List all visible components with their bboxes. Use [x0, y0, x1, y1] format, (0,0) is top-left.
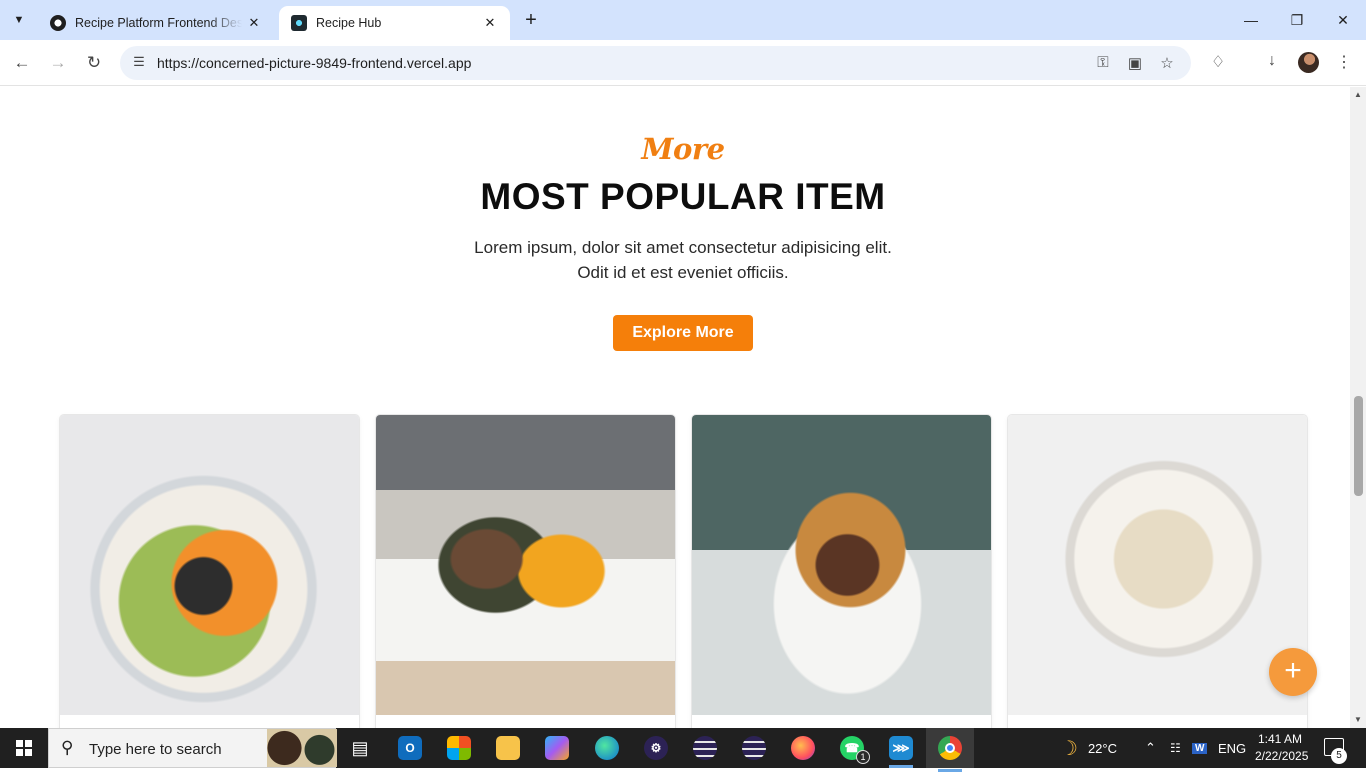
reload-icon: ↻ — [86, 53, 102, 72]
scroll-down-arrow[interactable]: ▼ — [1350, 712, 1366, 728]
roasted-cauliflower-photo[interactable] — [1008, 415, 1307, 715]
show-hidden-icons[interactable]: ⌃ — [1145, 728, 1156, 768]
install-app-icon[interactable]: ▣ — [1125, 54, 1145, 74]
new-tab-button[interactable]: + — [519, 8, 543, 32]
profile-avatar[interactable] — [1298, 52, 1319, 73]
tab-title: Recipe Hub — [316, 16, 382, 30]
chevron-up-icon: ⌃ — [1145, 740, 1156, 755]
taskbar-search[interactable]: ⚲ Type here to search — [48, 728, 337, 768]
windows-taskbar: ⚲ Type here to search ▤ O ⚙ ☎ 1 ⋙ ☽ 22°C… — [0, 728, 1366, 772]
browser-tab-strip: ▼ Recipe Platform Frontend Design ✕ Reci… — [0, 0, 1366, 40]
extensions-icon[interactable]: ♢ — [1207, 52, 1229, 74]
microsoft-store-icon[interactable] — [439, 732, 479, 764]
restore-button[interactable]: ❐ — [1274, 0, 1320, 40]
search-placeholder: Type here to search — [89, 741, 222, 758]
language-label: ENG — [1218, 740, 1247, 756]
word-tray-icon[interactable]: W — [1192, 728, 1208, 768]
arrow-left-icon: ← — [13, 53, 31, 72]
card-body — [60, 715, 359, 728]
section-description: Lorem ipsum, dolor sit amet consectetur … — [383, 235, 983, 285]
network-icon[interactable]: ☷ — [1170, 728, 1181, 768]
search-highlight-image[interactable] — [267, 729, 337, 767]
card-body — [1008, 715, 1307, 728]
system-clock[interactable]: 1:41 AM 2/22/2025 — [1255, 731, 1309, 765]
scroll-thumb[interactable] — [1354, 396, 1363, 496]
whatsapp-badge: 1 — [856, 750, 870, 764]
recipe-card[interactable] — [1008, 415, 1307, 728]
site-settings-icon[interactable]: ☰ — [130, 54, 148, 72]
file-explorer-icon[interactable] — [488, 732, 528, 764]
chevron-down-icon: ▼ — [13, 14, 25, 26]
browser-tab-recipe-platform[interactable]: Recipe Platform Frontend Design ✕ — [38, 6, 274, 40]
burger-photo[interactable] — [692, 415, 991, 715]
eclipse-icon[interactable] — [685, 732, 725, 764]
scroll-up-arrow[interactable]: ▲ — [1350, 87, 1366, 103]
back-button[interactable]: ← — [8, 49, 36, 77]
eclipse-ide-icon[interactable] — [734, 732, 774, 764]
browser-tab-recipe-hub[interactable]: Recipe Hub ✕ — [279, 6, 510, 40]
browser-toolbar: ← → ↻ ☰ https://concerned-picture-9849-f… — [0, 40, 1366, 86]
outlook-icon[interactable]: O — [390, 732, 430, 764]
copilot-icon[interactable] — [537, 732, 577, 764]
clock-time: 1:41 AM — [1257, 732, 1303, 746]
menu-kebab-icon[interactable]: ⋮ — [1333, 52, 1355, 74]
arrow-right-icon: → — [49, 53, 67, 72]
section-kicker: More — [641, 132, 725, 166]
search-icon: ⚲ — [61, 738, 74, 757]
windows-logo-icon — [16, 740, 32, 756]
vscode-icon[interactable]: ⋙ — [881, 732, 921, 768]
reload-button[interactable]: ↻ — [80, 49, 108, 77]
page-scrollbar[interactable]: ▲ ▼ — [1350, 87, 1366, 728]
edge-icon[interactable] — [587, 732, 627, 764]
weather-widget[interactable]: ☽ 22°C — [1060, 728, 1117, 768]
description-line: Lorem ipsum, dolor sit amet consectetur … — [474, 238, 892, 257]
chrome-icon[interactable] — [926, 728, 974, 772]
stuffed-squash-photo[interactable] — [376, 415, 675, 715]
openai-icon — [50, 15, 66, 31]
react-icon — [291, 15, 307, 31]
close-icon[interactable]: ✕ — [482, 15, 498, 31]
eclipse-settings-icon[interactable]: ⚙ — [636, 732, 676, 764]
close-icon[interactable]: ✕ — [246, 15, 262, 31]
firefox-icon[interactable] — [783, 732, 823, 764]
minimize-button[interactable]: — — [1228, 0, 1274, 40]
password-key-icon[interactable]: ⚿ — [1093, 54, 1113, 74]
moon-icon: ☽ — [1060, 737, 1078, 760]
tab-search-button[interactable]: ▼ — [6, 7, 32, 33]
close-window-button[interactable]: ✕ — [1320, 0, 1366, 40]
section-heading: MOST POPULAR ITEM — [480, 176, 886, 217]
explore-more-button[interactable]: Explore More — [613, 315, 753, 351]
weather-temp: 22°C — [1087, 740, 1117, 756]
card-body — [376, 715, 675, 728]
clock-date: 2/22/2025 — [1255, 749, 1309, 763]
language-indicator[interactable]: ENG — [1218, 728, 1246, 768]
recipe-card[interactable] — [60, 415, 359, 728]
whatsapp-icon[interactable]: ☎ 1 — [832, 732, 872, 764]
tab-title: Recipe Platform Frontend Design — [75, 16, 242, 30]
download-icon[interactable]: ↓ — [1261, 52, 1283, 74]
add-recipe-button[interactable]: + — [1269, 648, 1317, 696]
url-text[interactable]: https://concerned-picture-9849-frontend.… — [157, 55, 471, 71]
notification-count: 5 — [1331, 748, 1347, 764]
recipe-card[interactable] — [692, 415, 991, 728]
task-view-icon[interactable]: ▤ — [340, 732, 380, 764]
page-content: More MOST POPULAR ITEM Lorem ipsum, dolo… — [0, 87, 1350, 728]
forward-button[interactable]: → — [44, 49, 72, 77]
description-line: Odit id et est eveniet officiis. — [577, 263, 789, 282]
address-bar[interactable]: ☰ https://concerned-picture-9849-fronten… — [120, 46, 1191, 80]
start-button[interactable] — [0, 728, 48, 768]
card-body — [692, 715, 991, 728]
buddha-bowl-photo[interactable] — [60, 415, 359, 715]
bookmark-star-icon[interactable]: ☆ — [1157, 54, 1177, 74]
recipe-card[interactable] — [376, 415, 675, 728]
